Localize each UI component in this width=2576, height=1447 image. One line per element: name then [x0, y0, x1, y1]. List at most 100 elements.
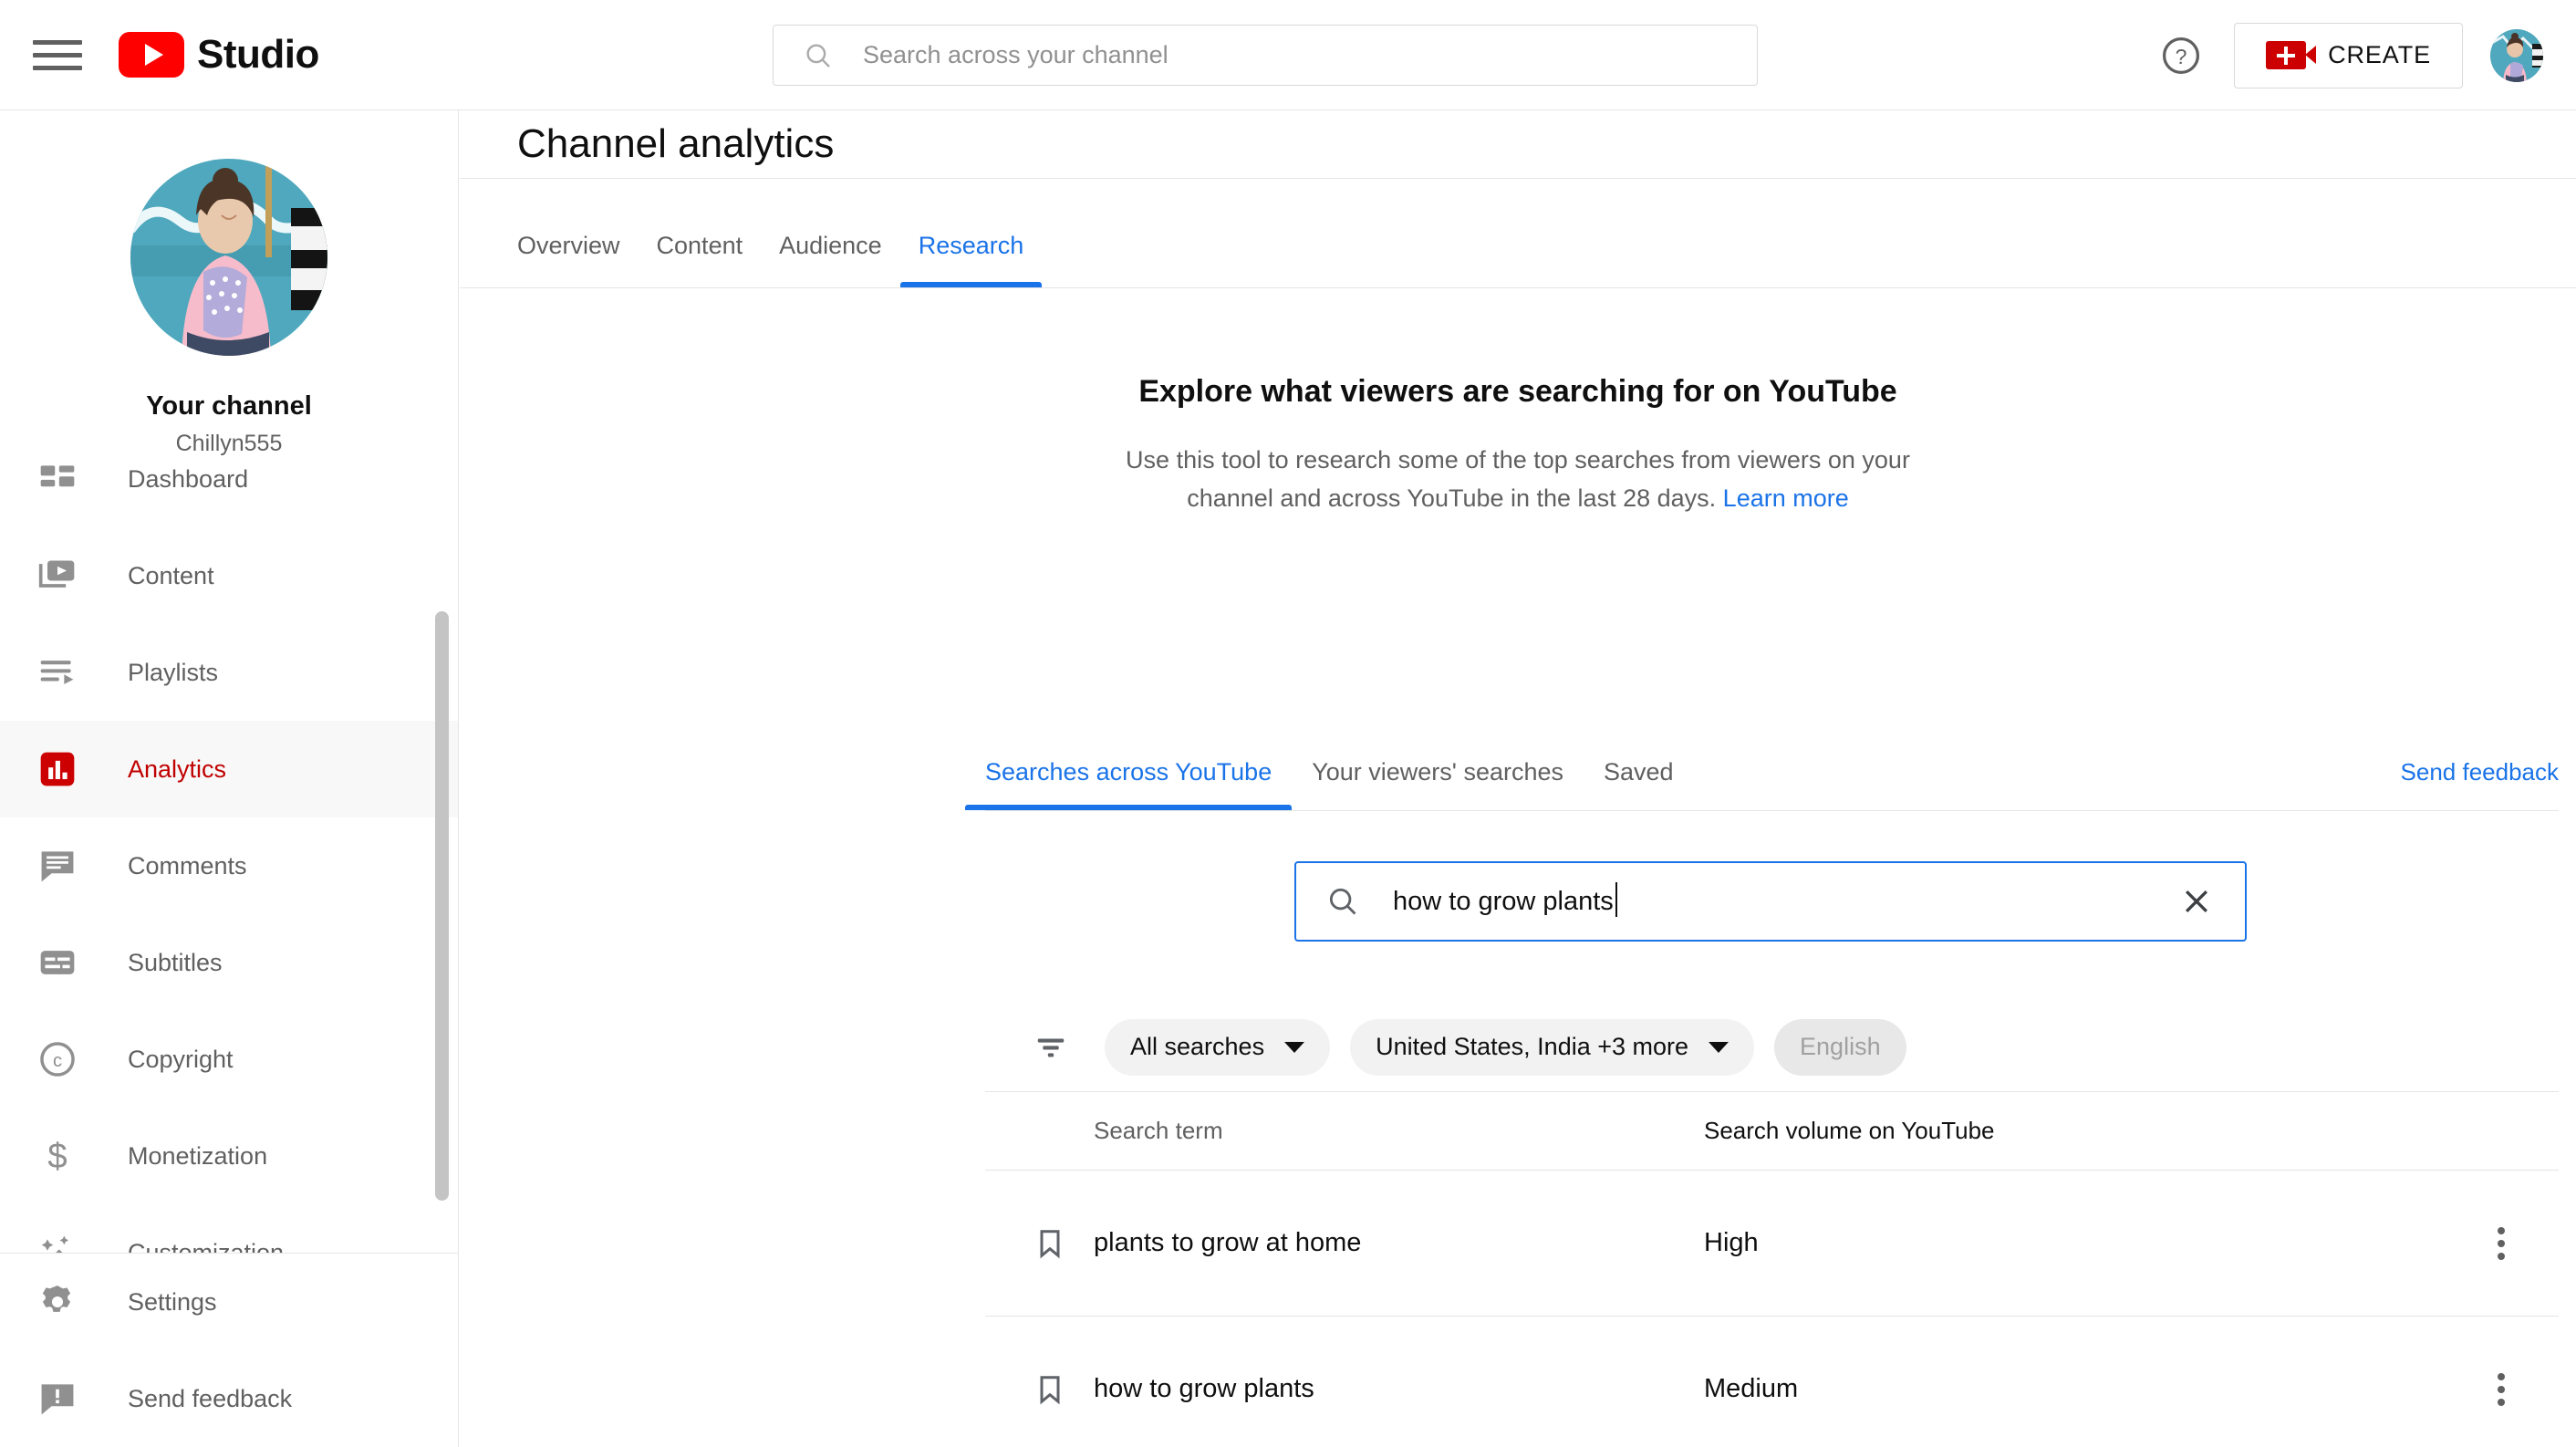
sidebar-item-label: Playlists	[128, 659, 218, 687]
page-title-bar: Channel analytics	[460, 110, 2576, 179]
brand-label: Studio	[197, 32, 319, 78]
gear-icon	[33, 1277, 82, 1327]
subtab-your-viewers-searches[interactable]: Your viewers' searches	[1292, 758, 1584, 810]
youtube-logo-icon	[119, 32, 184, 78]
sidebar-item-dashboard[interactable]: Dashboard	[0, 431, 459, 527]
tab-overview[interactable]: Overview	[499, 232, 639, 287]
explore-description-line2: channel and across YouTube in the last 2…	[1187, 484, 1716, 512]
sidebar-item-label: Content	[128, 562, 214, 590]
analytics-bar-icon	[33, 744, 82, 794]
chip-label: English	[1800, 1033, 1881, 1061]
account-avatar[interactable]	[2490, 29, 2543, 82]
tab-content[interactable]: Content	[639, 232, 762, 287]
chip-label: All searches	[1130, 1033, 1264, 1061]
top-app-bar: Studio Search across your channel ? CREA…	[0, 0, 2576, 110]
search-volume-text: Medium	[1704, 1374, 1798, 1404]
filter-icon[interactable]	[1026, 1023, 1075, 1072]
sidebar-item-content[interactable]: Content	[0, 527, 459, 624]
chip-label: United States, India +3 more	[1376, 1033, 1688, 1061]
filter-row: All searches United States, India +3 mor…	[985, 1003, 2559, 1092]
sidebar-item-label: Comments	[128, 852, 247, 880]
sidebar-scrollbar[interactable]	[435, 611, 449, 1201]
channel-title: Your channel	[146, 391, 312, 422]
hamburger-icon[interactable]	[33, 35, 82, 75]
sidebar-item-playlists[interactable]: Playlists	[0, 624, 459, 721]
studio-brand[interactable]: Studio	[119, 32, 319, 78]
sidebar: Your channel Chillyn555 Dashboard Conten…	[0, 110, 459, 1447]
tab-audience[interactable]: Audience	[761, 232, 900, 287]
sidebar-bottom-nav: Settings Send feedback	[0, 1253, 459, 1447]
main-content: Channel analytics Overview Content Audie…	[460, 110, 2576, 1447]
search-term-text: plants to grow at home	[1094, 1228, 1361, 1258]
sidebar-item-label: Send feedback	[128, 1385, 292, 1413]
table-header-row: Search term Search volume on YouTube	[985, 1092, 2559, 1171]
subtab-saved[interactable]: Saved	[1584, 758, 1694, 810]
learn-more-link[interactable]: Learn more	[1723, 484, 1849, 512]
sidebar-item-label: Monetization	[128, 1142, 267, 1171]
table-row[interactable]: plants to grow at home High	[985, 1171, 2559, 1317]
subtitles-icon	[33, 938, 82, 987]
search-volume-text: High	[1704, 1228, 1759, 1258]
page-title: Channel analytics	[517, 121, 834, 167]
chevron-down-icon	[1709, 1042, 1729, 1053]
search-term-text: how to grow plants	[1094, 1374, 1314, 1404]
tab-research[interactable]: Research	[900, 232, 1043, 287]
dollar-icon: $	[33, 1131, 82, 1181]
table-row[interactable]: how to grow plants Medium	[985, 1317, 2559, 1447]
dashboard-icon	[33, 454, 82, 504]
more-vertical-icon[interactable]	[2477, 1219, 2526, 1268]
sidebar-item-label: Subtitles	[128, 949, 223, 977]
more-vertical-icon[interactable]	[2477, 1365, 2526, 1414]
sidebar-item-label: Dashboard	[128, 465, 248, 494]
bookmark-icon[interactable]	[1027, 1221, 1073, 1266]
search-icon	[1325, 884, 1360, 919]
sidebar-item-analytics[interactable]: Analytics	[0, 721, 459, 817]
search-input[interactable]: Search across your channel	[773, 25, 1758, 86]
sidebar-item-label: Analytics	[128, 755, 226, 784]
sidebar-item-settings[interactable]: Settings	[0, 1254, 459, 1350]
sidebar-item-label: Copyright	[128, 1046, 234, 1074]
sidebar-item-copyright[interactable]: c Copyright	[0, 1011, 459, 1108]
svg-text:c: c	[53, 1051, 62, 1071]
sidebar-item-label: Settings	[128, 1288, 217, 1317]
column-header-search-volume: Search volume on YouTube	[1704, 1117, 1995, 1145]
sidebar-nav: Dashboard Content Playlis	[0, 431, 459, 1297]
sidebar-item-monetization[interactable]: $ Monetization	[0, 1108, 459, 1204]
channel-block[interactable]: Your channel Chillyn555	[0, 110, 458, 457]
explore-header: Explore what viewers are searching for o…	[460, 288, 2576, 518]
column-header-search-term: Search term	[1094, 1117, 1223, 1145]
video-camera-plus-icon	[2266, 41, 2306, 69]
sidebar-item-send-feedback[interactable]: Send feedback	[0, 1350, 459, 1447]
bookmark-icon[interactable]	[1027, 1367, 1073, 1412]
help-circle-icon[interactable]: ?	[2148, 23, 2214, 88]
svg-text:$: $	[47, 1137, 67, 1176]
comment-icon	[33, 841, 82, 890]
sidebar-item-comments[interactable]: Comments	[0, 817, 459, 914]
search-placeholder: Search across your channel	[863, 41, 1169, 69]
search-icon	[803, 40, 834, 71]
analytics-tabs: Overview Content Audience Research	[460, 179, 2576, 288]
feedback-icon	[33, 1374, 82, 1423]
chevron-down-icon	[1284, 1042, 1304, 1053]
sidebar-item-subtitles[interactable]: Subtitles	[0, 914, 459, 1011]
research-subtabs: Searches across YouTube Your viewers' se…	[985, 724, 2559, 811]
create-button[interactable]: CREATE	[2234, 23, 2463, 88]
video-stack-icon	[33, 551, 82, 600]
svg-text:?: ?	[2176, 44, 2187, 68]
explore-description: Use this tool to research some of the to…	[1080, 442, 1956, 518]
chip-all-searches[interactable]: All searches	[1105, 1019, 1330, 1076]
copyright-icon: c	[33, 1035, 82, 1084]
create-button-label: CREATE	[2328, 41, 2431, 69]
playlist-icon	[33, 648, 82, 697]
explore-description-line1: Use this tool to research some of the to…	[1126, 446, 1910, 474]
chip-countries[interactable]: United States, India +3 more	[1350, 1019, 1754, 1076]
send-feedback-link[interactable]: Send feedback	[2401, 758, 2559, 786]
subtab-searches-across-youtube[interactable]: Searches across YouTube	[965, 758, 1292, 810]
research-search-value: how to grow plants	[1393, 887, 1614, 917]
close-icon[interactable]	[2176, 880, 2218, 922]
channel-avatar	[130, 159, 327, 356]
explore-title: Explore what viewers are searching for o…	[460, 374, 2576, 410]
chip-language: English	[1774, 1019, 1906, 1076]
research-search-input[interactable]: how to grow plants	[1294, 861, 2247, 942]
top-bar-actions: ? CREATE	[2148, 0, 2543, 110]
